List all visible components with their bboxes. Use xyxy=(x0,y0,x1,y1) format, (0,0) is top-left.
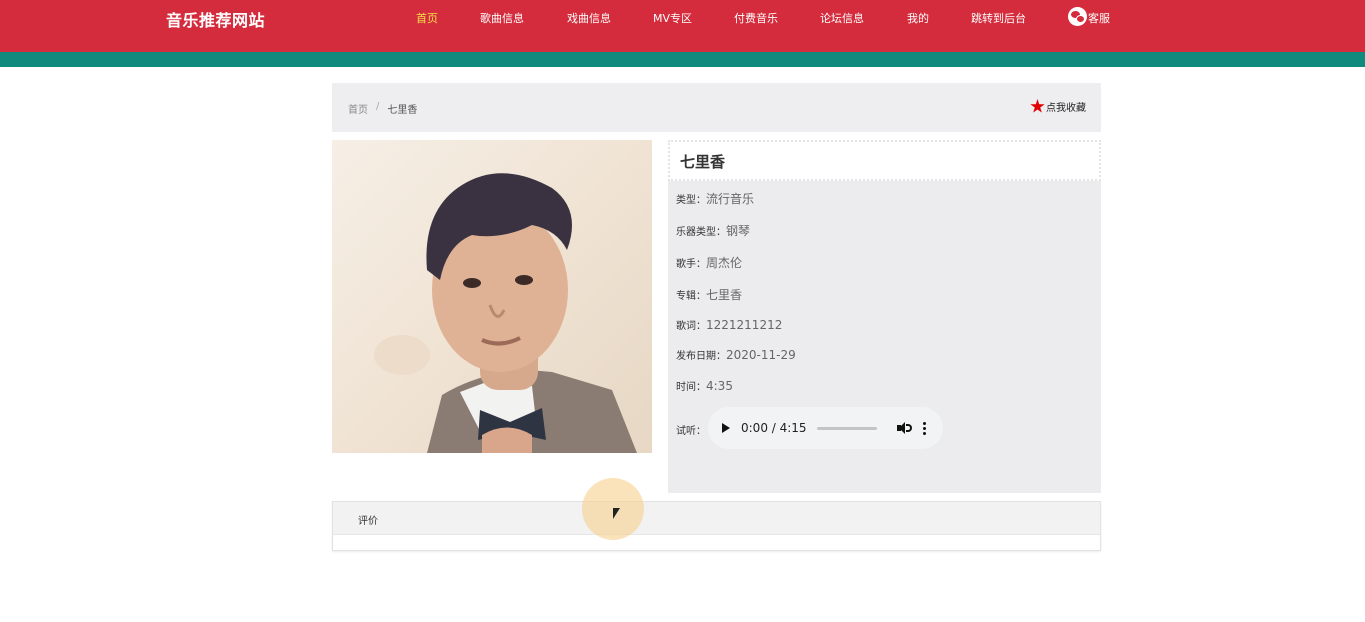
nav-item-mine[interactable]: 我的 xyxy=(907,10,929,26)
audio-label: 试听： xyxy=(676,425,706,437)
audio-time: 0:00 / 4:15 xyxy=(741,421,807,435)
field-singer: 歌手：周杰伦 xyxy=(676,254,742,271)
header-bar: 音乐推荐网站 首页 歌曲信息 戏曲信息 MV专区 付费音乐 论坛信息 我的 跳转… xyxy=(0,0,1365,52)
field-release-date: 发布日期：2020-11-29 xyxy=(676,347,796,362)
field-value: 2020-11-29 xyxy=(726,348,796,362)
accent-bar xyxy=(0,52,1365,67)
field-value: 1221211212 xyxy=(706,318,783,332)
song-title: 七里香 xyxy=(668,140,1101,181)
volume-icon[interactable] xyxy=(896,422,912,434)
tab-review[interactable]: 评价 xyxy=(333,502,1100,535)
field-value: 钢琴 xyxy=(726,224,751,238)
nav-item-paid-music[interactable]: 付费音乐 xyxy=(734,10,778,26)
field-value: 4:35 xyxy=(706,379,733,393)
nav-item-mv[interactable]: MV专区 xyxy=(653,10,692,26)
nav-item-home[interactable]: 首页 xyxy=(416,10,438,26)
song-info-panel: 七里香 类型：流行音乐 乐器类型：钢琴 歌手：周杰伦 专辑：七里香 歌词：122… xyxy=(668,140,1101,493)
field-value: 周杰伦 xyxy=(706,256,743,270)
breadcrumb-bar: 首页 / 七里香 点我收藏 xyxy=(332,83,1101,132)
singer-portrait xyxy=(374,173,637,453)
field-label: 歌词： xyxy=(676,321,706,332)
customer-service-label: 客服 xyxy=(1088,12,1110,25)
audio-row: 试听： 0:00 / 4:15 xyxy=(676,407,943,450)
field-label: 时间： xyxy=(676,382,706,393)
field-label: 歌手： xyxy=(676,259,706,270)
favorite-button[interactable]: 点我收藏 xyxy=(1030,99,1086,114)
review-panel: 评价 xyxy=(332,501,1101,551)
more-options-icon[interactable] xyxy=(922,421,926,435)
field-duration: 时间：4:35 xyxy=(676,378,733,393)
field-label: 专辑： xyxy=(676,291,706,302)
field-genre: 类型：流行音乐 xyxy=(676,190,754,207)
field-value: 七里香 xyxy=(706,288,743,302)
wechat-icon xyxy=(1068,7,1087,26)
customer-service-link[interactable]: 客服 xyxy=(1068,7,1110,26)
field-label: 发布日期： xyxy=(676,351,726,362)
field-instrument: 乐器类型：钢琴 xyxy=(676,222,750,239)
nav-item-opera[interactable]: 戏曲信息 xyxy=(567,10,611,26)
breadcrumb-current: 七里香 xyxy=(387,105,418,116)
audio-player[interactable]: 0:00 / 4:15 xyxy=(708,407,943,449)
nav-item-songs[interactable]: 歌曲信息 xyxy=(480,10,524,26)
song-cover-image xyxy=(332,140,652,453)
breadcrumb-separator: / xyxy=(376,101,380,112)
nav-item-forum[interactable]: 论坛信息 xyxy=(820,10,864,26)
favorite-label: 点我收藏 xyxy=(1046,103,1086,114)
field-label: 类型： xyxy=(676,195,706,206)
site-title[interactable]: 音乐推荐网站 xyxy=(166,7,265,31)
field-lyrics: 歌词：1221211212 xyxy=(676,317,782,332)
play-icon[interactable] xyxy=(722,423,730,433)
mouse-cursor-icon xyxy=(613,508,620,519)
nav-item-admin[interactable]: 跳转到后台 xyxy=(971,10,1026,26)
breadcrumb-home[interactable]: 首页 xyxy=(348,101,368,116)
audio-progress-track[interactable] xyxy=(816,426,877,430)
field-label: 乐器类型： xyxy=(676,227,726,238)
field-album: 专辑：七里香 xyxy=(676,286,742,303)
field-value: 流行音乐 xyxy=(706,192,755,206)
star-icon xyxy=(1030,99,1045,113)
breadcrumb: 首页 / 七里香 xyxy=(348,101,417,116)
